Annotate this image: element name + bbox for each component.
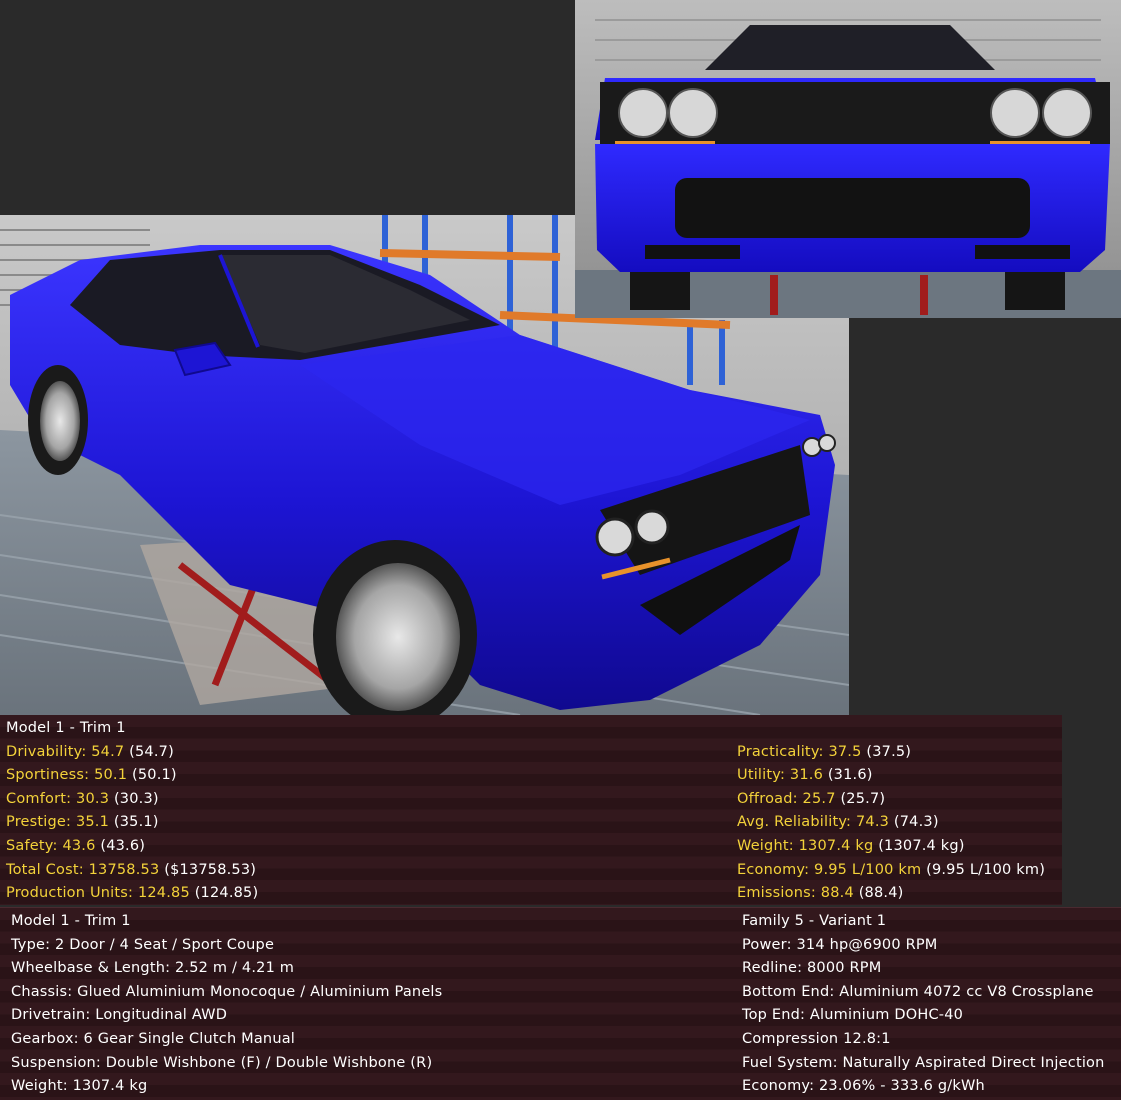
stat-label: Weight: [737,837,794,854]
details-model-column: Model 1 - Trim 1 Type: 2 Door / 4 Seat /… [11,910,442,1099]
stat-label: Drivability: [6,743,87,760]
stat-label: Avg. Reliability: [737,814,852,831]
stat-value: 30.3 [76,790,110,807]
detail-fuel-system: Fuel System: Naturally Aspirated Direct … [742,1054,1105,1071]
car-details-panel: Model 1 - Trim 1 Type: 2 Door / 4 Seat /… [0,907,1121,1100]
stat-total-cost: Total Cost: 13758.53 ($13758.53) [6,859,258,883]
stat-label: Production Units: [6,885,134,902]
detail-redline: Redline: 8000 RPM [742,960,882,977]
stat-economy: Economy: 9.95 L/100 km (9.95 L/100 km) [737,859,1045,883]
detail-gearbox: Gearbox: 6 Gear Single Clutch Manual [11,1030,296,1047]
stat-base-value: (35.1) [113,814,159,831]
detail-power: Power: 314 hp@6900 RPM [742,936,938,953]
stat-offroad: Offroad: 25.7 (25.7) [737,788,1045,812]
detail-model-trim: Model 1 - Trim 1 [11,913,131,929]
stat-production-units: Production Units: 124.85 (124.85) [6,882,258,906]
stat-value: 35.1 [75,814,110,831]
detail-type: Type: 2 Door / 4 Seat / Sport Coupe [11,936,275,953]
stat-value: 31.6 [789,767,823,784]
stat-value: 37.5 [828,743,862,760]
stat-base-value: (9.95 L/100 km) [926,861,1046,878]
detail-chassis: Chassis: Glued Aluminium Monocoque / Alu… [11,983,443,1000]
stat-prestige: Prestige: 35.1 (35.1) [6,811,258,835]
stat-value: 74.3 [855,814,890,831]
stat-base-value: (54.7) [129,743,174,760]
stat-value: 43.6 [62,837,96,854]
stat-label: Offroad: [737,790,798,807]
stat-utility: Utility: 31.6 (31.6) [737,764,1045,788]
stat-base-value: (1307.4 kg) [878,837,965,854]
details-engine-column: Family 5 - Variant 1 Power: 314 hp@6900 … [742,910,1105,1099]
stat-weight: Weight: 1307.4 kg (1307.4 kg) [737,835,1045,859]
stat-base-value: (50.1) [131,767,177,784]
stat-value: 54.7 [91,743,125,760]
stat-label: Economy: [737,861,810,878]
stat-label: Comfort: [6,790,72,807]
stat-value: 88.4 [820,885,854,902]
detail-engine-economy: Economy: 23.06% - 333.6 g/kWh [742,1078,985,1095]
stat-value: 1307.4 kg [798,837,874,854]
detail-drivetrain: Drivetrain: Longitudinal AWD [11,1007,228,1024]
stat-label: Total Cost: [6,861,84,878]
stat-label: Safety: [6,837,58,854]
stat-value: 13758.53 [88,861,160,878]
stat-label: Sportiness: [6,767,90,784]
stat-practicality: Practicality: 37.5 (37.5) [737,741,1045,765]
detail-top-end: Top End: Aluminium DOHC-40 [742,1007,964,1024]
stats-panel-title: Model 1 - Trim 1 [6,720,126,736]
stat-label: Practicality: [737,743,824,760]
stat-emissions: Emissions: 88.4 (88.4) [737,882,1045,906]
stat-value: 25.7 [802,790,836,807]
stat-safety: Safety: 43.6 (43.6) [6,835,258,859]
stat-base-value: (25.7) [840,790,886,807]
stat-label: Prestige: [6,814,72,831]
detail-family-variant: Family 5 - Variant 1 [742,913,887,929]
stat-label: Utility: [737,767,786,784]
stat-base-value: ($13758.53) [164,861,257,878]
detail-suspension: Suspension: Double Wishbone (F) / Double… [11,1054,433,1071]
stat-base-value: (74.3) [893,814,939,831]
stat-value: 50.1 [94,767,128,784]
car-render-front-view [575,0,1121,318]
detail-wheelbase-length: Wheelbase & Length: 2.52 m / 4.21 m [11,960,295,977]
stat-base-value: (37.5) [866,743,912,760]
stat-base-value: (31.6) [827,767,873,784]
stats-left-column: Model 1 - Trim 1 Drivability: 54.7 (54.7… [6,717,258,906]
stat-comfort: Comfort: 30.3 (30.3) [6,788,258,812]
detail-bottom-end: Bottom End: Aluminium 4072 cc V8 Crosspl… [742,983,1094,1000]
stat-base-value: (43.6) [100,837,146,854]
stat-base-value: (124.85) [194,885,259,902]
trim-stats-panel: Model 1 - Trim 1 Drivability: 54.7 (54.7… [0,715,1062,905]
stats-right-column: Practicality: 37.5 (37.5) Utility: 31.6 … [737,741,1045,906]
stat-sportiness: Sportiness: 50.1 (50.1) [6,764,258,788]
stat-base-value: (88.4) [858,885,904,902]
stat-value: 9.95 L/100 km [814,861,922,878]
detail-compression: Compression 12.8:1 [742,1030,891,1047]
stat-avg-reliability: Avg. Reliability: 74.3 (74.3) [737,811,1045,835]
detail-weight: Weight: 1307.4 kg [11,1078,148,1095]
stat-drivability: Drivability: 54.7 (54.7) [6,741,258,765]
stat-value: 124.85 [137,885,190,902]
stat-base-value: (30.3) [113,790,159,807]
stat-label: Emissions: [737,885,816,902]
